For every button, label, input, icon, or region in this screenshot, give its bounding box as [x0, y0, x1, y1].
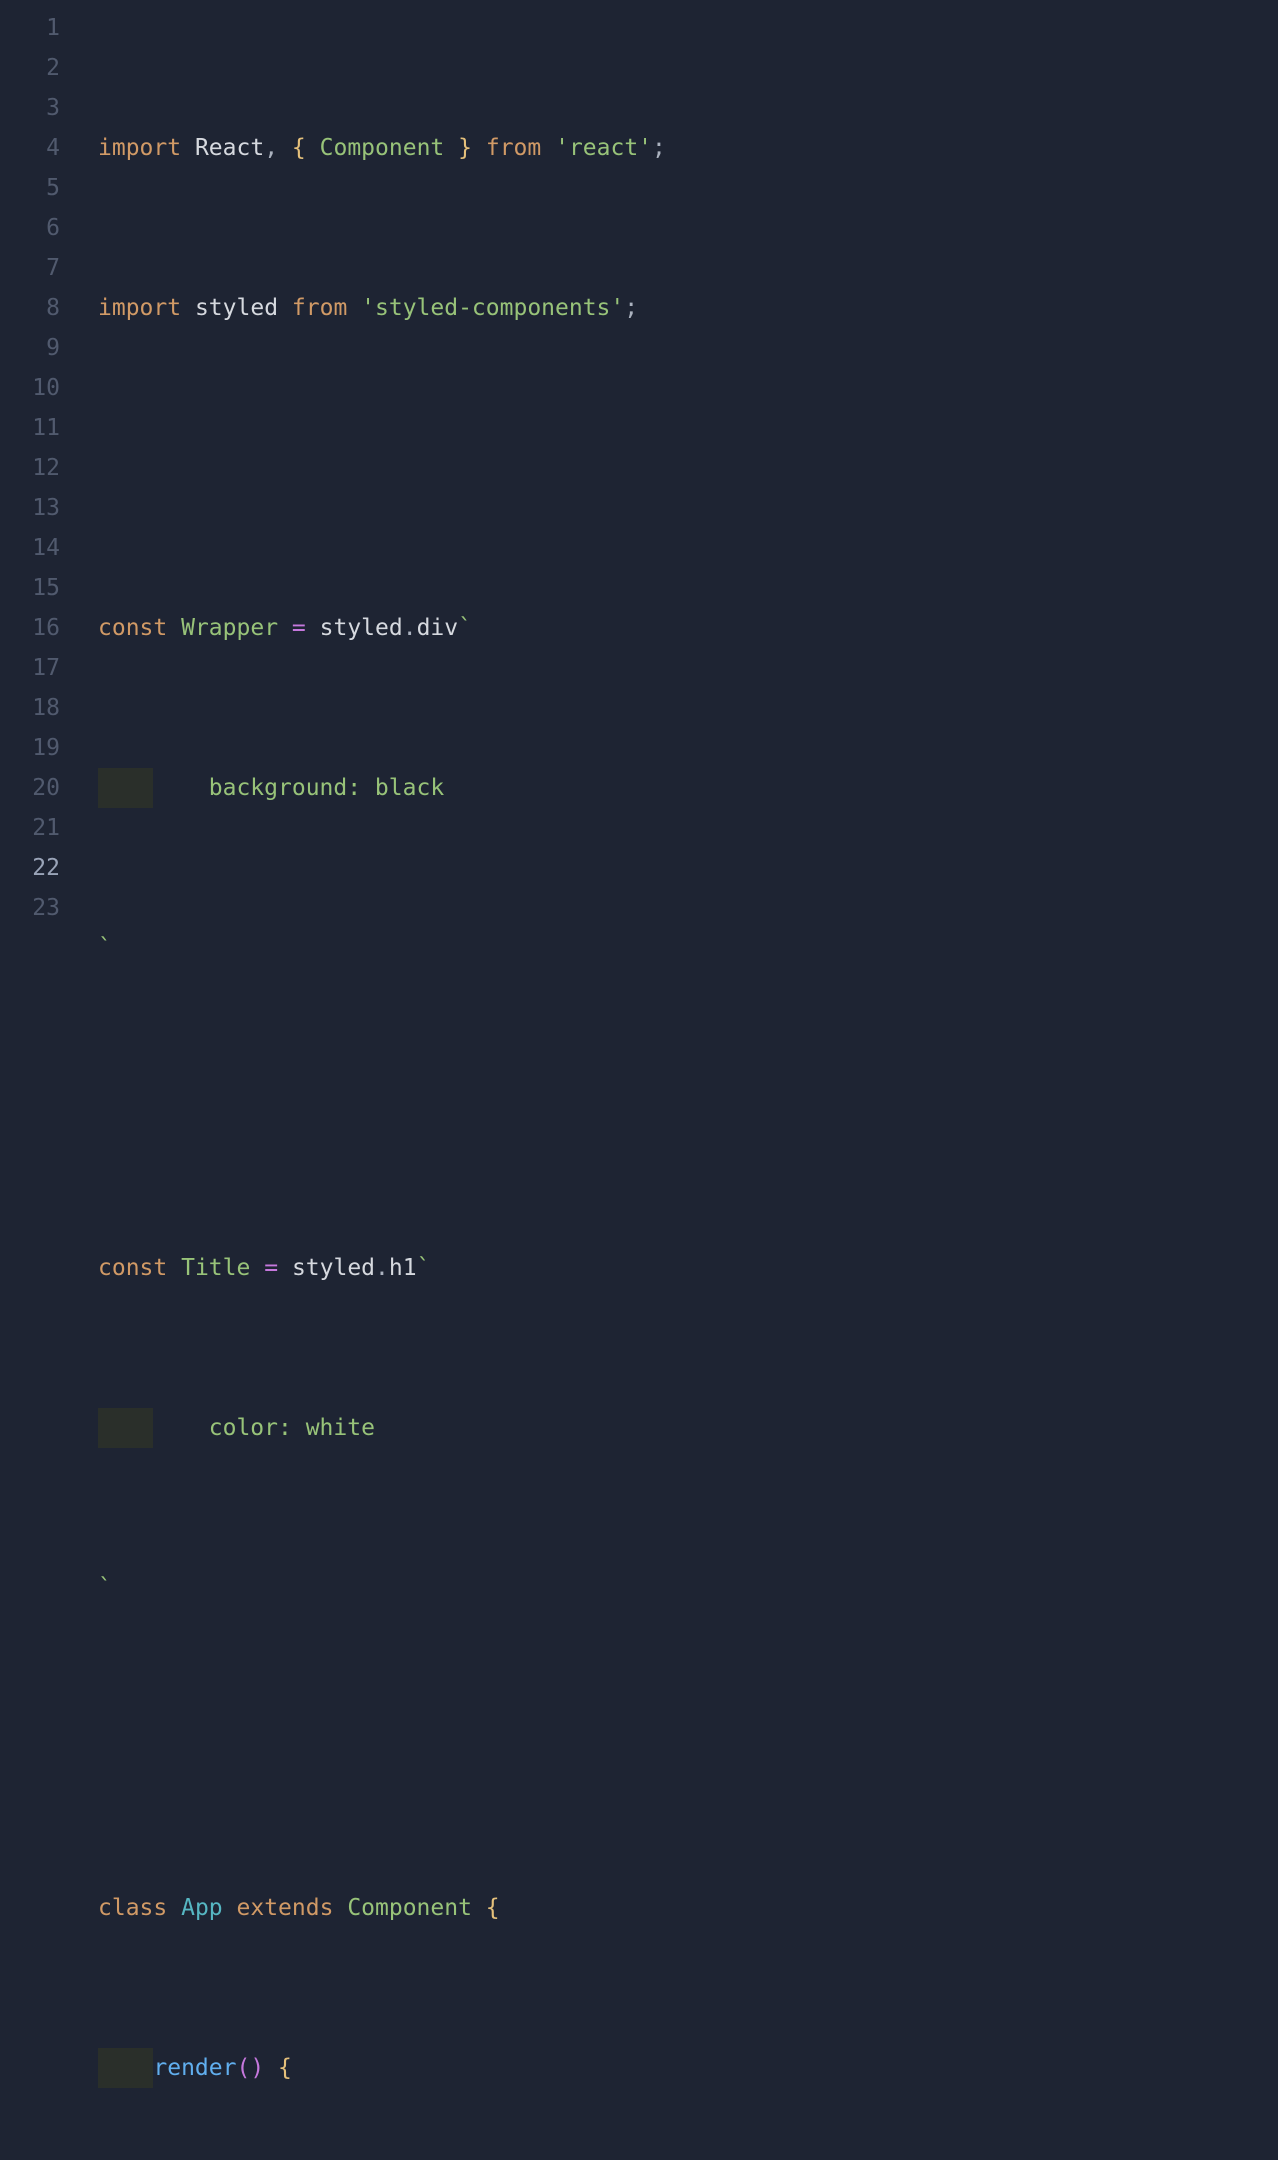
line-number: 5 [0, 168, 60, 208]
method-name: render [153, 2055, 236, 2081]
code-editor[interactable]: 1234567891011121314151617181920212223 im… [0, 0, 1278, 2160]
variable-name: Title [181, 1255, 250, 1281]
template-body: background: black [153, 775, 444, 801]
keyword-class: class [98, 1895, 167, 1921]
line-number: 1 [0, 8, 60, 48]
keyword-import: import [98, 295, 181, 321]
code-area[interactable]: import React, { Component } from 'react'… [72, 0, 846, 2160]
code-line[interactable]: color: white [98, 1408, 846, 1448]
line-number: 8 [0, 288, 60, 328]
string-literal: 'styled-components' [361, 295, 624, 321]
backtick: ` [417, 1255, 431, 1281]
dot: . [403, 615, 417, 641]
line-number: 2 [0, 48, 60, 88]
line-number: 3 [0, 88, 60, 128]
line-number: 12 [0, 448, 60, 488]
template-body: color: white [153, 1415, 375, 1441]
line-number: 4 [0, 128, 60, 168]
paren-close: ) [250, 2055, 264, 2081]
line-number-gutter: 1234567891011121314151617181920212223 [0, 0, 72, 2160]
code-line[interactable]: background: black [98, 768, 846, 808]
line-number: 11 [0, 408, 60, 448]
line-number: 9 [0, 328, 60, 368]
operator-eq: = [264, 1255, 278, 1281]
code-line[interactable]: render() { [98, 2048, 846, 2088]
identifier: h1 [389, 1255, 417, 1281]
line-number: 20 [0, 768, 60, 808]
paren-open: ( [236, 2055, 250, 2081]
indent-guide [98, 1408, 153, 1448]
line-number: 10 [0, 368, 60, 408]
code-line[interactable]: class App extends Component { [98, 1888, 846, 1928]
line-number: 18 [0, 688, 60, 728]
identifier: div [417, 615, 459, 641]
backtick: ` [98, 935, 112, 961]
identifier: styled [320, 615, 403, 641]
keyword-from: from [486, 135, 541, 161]
identifier: React [195, 135, 264, 161]
class-name: App [181, 1895, 223, 1921]
comma: , [264, 135, 278, 161]
semicolon: ; [624, 295, 638, 321]
line-number: 6 [0, 208, 60, 248]
code-line[interactable] [98, 1728, 846, 1768]
code-line[interactable]: import React, { Component } from 'react'… [98, 128, 846, 168]
identifier: Component [320, 135, 445, 161]
identifier: styled [195, 295, 278, 321]
code-line[interactable]: import styled from 'styled-components'; [98, 288, 846, 328]
brace-open: { [278, 2055, 292, 2081]
line-number: 23 [0, 888, 60, 928]
dot: . [375, 1255, 389, 1281]
indent-guide [98, 768, 153, 808]
keyword-from: from [292, 295, 347, 321]
line-number: 15 [0, 568, 60, 608]
line-number: 19 [0, 728, 60, 768]
code-line[interactable]: const Wrapper = styled.div` [98, 608, 846, 648]
backtick: ` [98, 1575, 112, 1601]
brace-close: } [458, 135, 472, 161]
line-number: 22 [0, 848, 60, 888]
keyword-const: const [98, 615, 167, 641]
brace-open: { [292, 135, 306, 161]
indent-guide [98, 2048, 153, 2088]
string-literal: 'react' [555, 135, 652, 161]
line-number: 21 [0, 808, 60, 848]
class-name: Component [347, 1895, 472, 1921]
code-line[interactable] [98, 1088, 846, 1128]
line-number: 16 [0, 608, 60, 648]
line-number: 7 [0, 248, 60, 288]
line-number: 14 [0, 528, 60, 568]
code-line[interactable]: const Title = styled.h1` [98, 1248, 846, 1288]
keyword-extends: extends [237, 1895, 334, 1921]
identifier: styled [292, 1255, 375, 1281]
keyword-const: const [98, 1255, 167, 1281]
keyword-import: import [98, 135, 181, 161]
code-line[interactable]: ` [98, 928, 846, 968]
backtick: ` [458, 615, 472, 641]
code-line[interactable]: ` [98, 1568, 846, 1608]
line-number: 17 [0, 648, 60, 688]
semicolon: ; [652, 135, 666, 161]
code-line[interactable] [98, 448, 846, 488]
variable-name: Wrapper [181, 615, 278, 641]
line-number: 13 [0, 488, 60, 528]
brace-open: { [486, 1895, 500, 1921]
operator-eq: = [292, 615, 306, 641]
